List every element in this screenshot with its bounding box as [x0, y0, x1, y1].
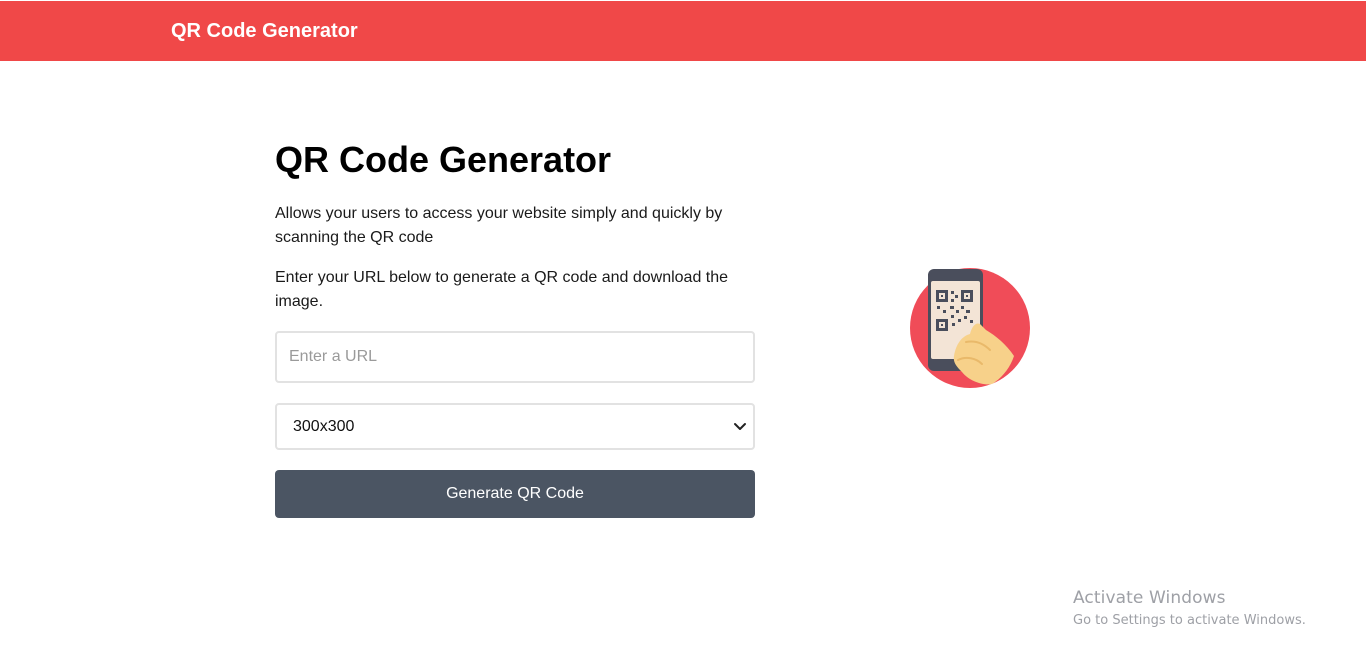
size-select[interactable]: 300x300 [275, 403, 755, 450]
instruction-text: Enter your URL below to generate a QR co… [275, 269, 729, 310]
top-navbar: QR Code Generator [0, 1, 1366, 61]
generate-qr-code-button[interactable]: Generate QR Code [275, 470, 755, 518]
url-input[interactable] [275, 331, 755, 383]
watermark-subtitle: Go to Settings to activate Windows. [1073, 613, 1306, 628]
page-title: QR Code Generator [275, 139, 612, 180]
brand-logo-text[interactable]: QR Code Generator [171, 20, 358, 42]
qr-scan-phone-icon [910, 268, 1030, 388]
description-text: Allows your users to access your website… [275, 205, 723, 246]
generator-form: QR Code Generator Allows your users to a… [275, 138, 755, 518]
activate-windows-watermark: Activate Windows Go to Settings to activ… [1073, 587, 1306, 631]
watermark-title: Activate Windows [1073, 588, 1226, 608]
chevron-down-icon [734, 423, 746, 430]
size-select-value: 300x300 [293, 418, 355, 435]
